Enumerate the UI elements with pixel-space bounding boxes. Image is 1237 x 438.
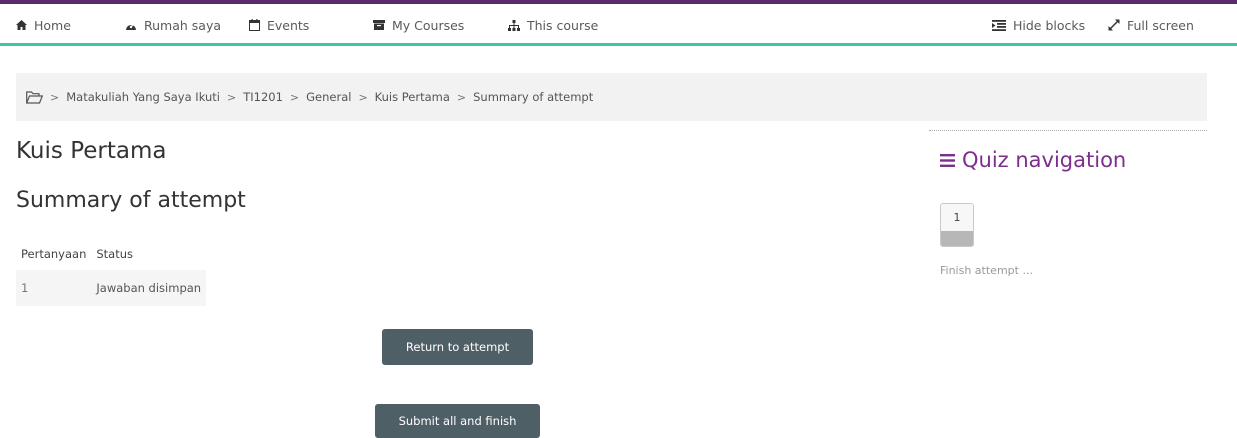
block-divider <box>929 130 1207 131</box>
question-answered-indicator <box>941 231 973 246</box>
archive-icon <box>373 20 385 30</box>
finish-attempt-link[interactable]: Finish attempt ... <box>940 264 1033 277</box>
attempt-summary-table: Pertanyaan Status 1 Jawaban disimpan <box>16 240 207 306</box>
breadcrumb-course[interactable]: TI1201 <box>243 90 283 104</box>
folder-open-icon[interactable] <box>26 90 43 104</box>
page-title: Kuis Pertama <box>16 138 167 164</box>
nav-home-label: Home <box>34 17 71 33</box>
nav-my-courses-label: My Courses <box>392 17 465 33</box>
hide-blocks-button[interactable]: Hide blocks <box>992 4 1085 46</box>
sitemap-icon <box>508 19 520 31</box>
breadcrumb-general[interactable]: General <box>306 90 351 104</box>
quiz-navigation-title: Quiz navigation <box>940 148 1126 172</box>
indent-icon <box>992 19 1006 31</box>
home-icon <box>16 20 27 30</box>
submit-all-finish-button[interactable]: Submit all and finish <box>375 404 540 438</box>
quiz-navigation-label: Quiz navigation <box>962 148 1127 172</box>
section-title: Summary of attempt <box>16 188 246 213</box>
hide-blocks-label: Hide blocks <box>1013 17 1086 33</box>
breadcrumb-separator: > <box>50 90 60 104</box>
breadcrumb-separator: > <box>227 90 237 104</box>
full-screen-button[interactable]: Full screen <box>1108 4 1194 46</box>
calendar-icon <box>249 19 260 31</box>
top-navbar: Home Rumah saya Events My Courses This c… <box>0 4 1237 46</box>
breadcrumb-matakuliah[interactable]: Matakuliah Yang Saya Ikuti <box>66 90 220 104</box>
breadcrumb-current: Summary of attempt <box>473 90 594 104</box>
nav-rumah-saya-label: Rumah saya <box>144 17 222 33</box>
full-screen-label: Full screen <box>1127 17 1194 33</box>
return-to-attempt-button[interactable]: Return to attempt <box>382 329 533 365</box>
dashboard-icon <box>126 22 136 30</box>
nav-my-courses[interactable]: My Courses <box>373 4 464 46</box>
nav-home[interactable]: Home <box>16 4 71 46</box>
question-number: 1 <box>941 204 973 231</box>
bars-icon <box>940 153 955 167</box>
column-header-status: Status <box>96 247 134 261</box>
nav-rumah-saya[interactable]: Rumah saya <box>125 4 221 46</box>
breadcrumb-separator: > <box>358 90 368 104</box>
expand-icon <box>1108 19 1120 31</box>
quiz-question-button[interactable]: 1 <box>940 203 974 247</box>
question-number-cell[interactable]: 1 <box>16 270 92 306</box>
table-row: 1 Jawaban disimpan <box>16 270 207 306</box>
question-status-cell: Jawaban disimpan <box>91 270 207 306</box>
breadcrumb: > Matakuliah Yang Saya Ikuti > TI1201 > … <box>16 73 1207 121</box>
column-header-question: Pertanyaan <box>21 247 87 261</box>
breadcrumb-separator: > <box>456 90 467 104</box>
breadcrumb-quiz[interactable]: Kuis Pertama <box>375 90 450 104</box>
nav-events-label: Events <box>267 17 310 33</box>
nav-this-course-label: This course <box>527 17 599 33</box>
nav-events[interactable]: Events <box>249 4 309 46</box>
breadcrumb-separator: > <box>289 90 300 104</box>
nav-this-course[interactable]: This course <box>508 4 598 46</box>
